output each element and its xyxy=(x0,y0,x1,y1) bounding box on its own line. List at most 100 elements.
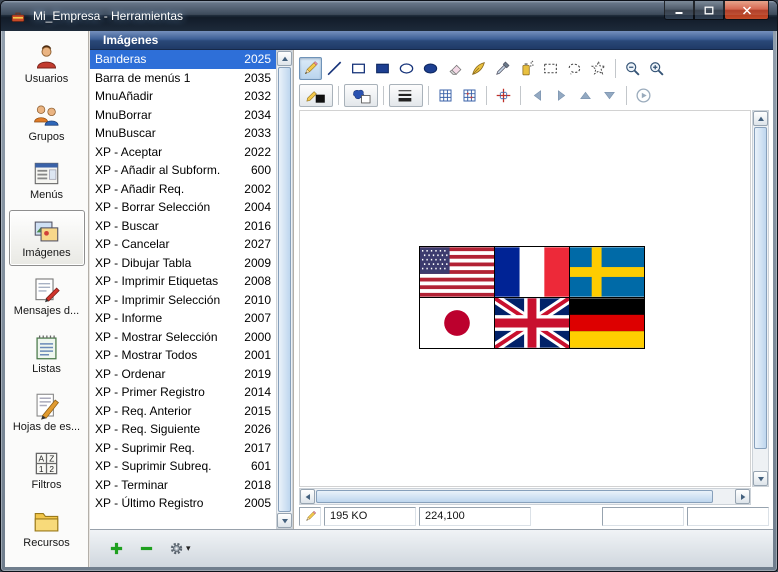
list-scrollbar[interactable] xyxy=(276,50,293,529)
canvas-scroll-up-button[interactable] xyxy=(753,111,768,126)
list-item[interactable]: Banderas2025 xyxy=(90,50,276,69)
app-icon xyxy=(10,8,26,24)
minimize-icon xyxy=(674,3,684,18)
messages-icon xyxy=(32,275,61,304)
list-scroll-down-button[interactable] xyxy=(277,513,292,528)
list-item[interactable]: XP - Ordenar2019 xyxy=(90,365,276,384)
canvas-vertical-scrollbar[interactable] xyxy=(752,110,769,487)
spray-tool-button[interactable] xyxy=(515,57,538,80)
list-item[interactable]: XP - Buscar2016 xyxy=(90,217,276,236)
list-item[interactable]: XP - Suprimir Req.2017 xyxy=(90,439,276,458)
image-id: 2004 xyxy=(236,200,276,214)
eyedropper-tool-button[interactable] xyxy=(491,57,514,80)
list-item[interactable]: MnuBorrar2034 xyxy=(90,106,276,125)
image-name: XP - Dibujar Tabla xyxy=(90,256,236,270)
list-item[interactable]: XP - Dibujar Tabla2009 xyxy=(90,254,276,273)
list-item[interactable]: MnuBuscar2033 xyxy=(90,124,276,143)
toolbar-separator xyxy=(615,59,616,78)
canvas-scroll-left-button[interactable] xyxy=(300,489,315,504)
remove-image-button[interactable] xyxy=(137,539,156,558)
filled-rectangle-tool-button[interactable] xyxy=(371,57,394,80)
sidebar-item-hojas-de-es[interactable]: Hojas de es... xyxy=(9,384,85,440)
add-image-button[interactable] xyxy=(107,539,126,558)
image-id: 2018 xyxy=(236,478,276,492)
line-tool-button[interactable] xyxy=(323,57,346,80)
canvas[interactable] xyxy=(299,110,751,487)
image-id: 601 xyxy=(236,459,276,473)
arrow-left-tool-button[interactable] xyxy=(526,84,549,107)
sidebar-item-recursos[interactable]: Recursos xyxy=(9,500,85,556)
status-cursor-position: 224,100 xyxy=(419,507,531,526)
list-item[interactable]: XP - Informe2007 xyxy=(90,309,276,328)
sidebar-item-usuarios[interactable]: Usuarios xyxy=(9,36,85,92)
list-item[interactable]: XP - Imprimir Selección2010 xyxy=(90,291,276,310)
line-width-tool-button[interactable] xyxy=(389,84,423,107)
list-item[interactable]: XP - Borrar Selección2004 xyxy=(90,198,276,217)
filled-ellipse-tool-button[interactable] xyxy=(419,57,442,80)
canvas-hscroll-thumb[interactable] xyxy=(316,490,713,503)
list-item[interactable]: XP - Último Registro2005 xyxy=(90,494,276,513)
image-id: 2007 xyxy=(236,311,276,325)
image-id: 2002 xyxy=(236,182,276,196)
grid-snap-tool-button[interactable] xyxy=(458,84,481,107)
list-item[interactable]: Barra de menús 12035 xyxy=(90,69,276,88)
sidebar-item-menus[interactable]: Menús xyxy=(9,152,85,208)
arrow-left-icon xyxy=(529,87,546,104)
maximize-button[interactable] xyxy=(694,1,724,20)
svg-text:2: 2 xyxy=(49,464,54,474)
sidebar-item-listas[interactable]: Listas xyxy=(9,326,85,382)
list-item[interactable]: XP - Cancelar2027 xyxy=(90,235,276,254)
pen-tool-button[interactable] xyxy=(467,57,490,80)
canvas-vscroll-thumb[interactable] xyxy=(754,127,767,449)
list-item[interactable]: XP - Suprimir Subreq.601 xyxy=(90,457,276,476)
crosshair-tool-button[interactable] xyxy=(492,84,515,107)
titlebar[interactable]: Mi_Empresa - Herramientas xyxy=(1,1,777,31)
sidebar-item-grupos[interactable]: Grupos xyxy=(9,94,85,150)
minimize-button[interactable] xyxy=(664,1,694,20)
flag-france xyxy=(495,247,569,297)
settings-button[interactable]: ▾ xyxy=(167,539,193,558)
list-item[interactable]: XP - Terminar2018 xyxy=(90,476,276,495)
list-item[interactable]: XP - Añadir al Subform.600 xyxy=(90,161,276,180)
list-scrollbar-thumb[interactable] xyxy=(278,67,291,512)
status-extra-field-2 xyxy=(687,507,769,526)
canvas-horizontal-scrollbar[interactable] xyxy=(299,488,751,505)
list-item[interactable]: XP - Req. Anterior2015 xyxy=(90,402,276,421)
rectangle-tool-button[interactable] xyxy=(347,57,370,80)
canvas-scroll-right-button[interactable] xyxy=(735,489,750,504)
eraser-tool-button[interactable] xyxy=(443,57,466,80)
ellipse-tool-button[interactable] xyxy=(395,57,418,80)
list-item[interactable]: XP - Aceptar2022 xyxy=(90,143,276,162)
list-item[interactable]: XP - Mostrar Selección2000 xyxy=(90,328,276,347)
list-item[interactable]: XP - Primer Registro2014 xyxy=(90,383,276,402)
background-color-tool-button[interactable] xyxy=(344,84,378,107)
list-item[interactable]: XP - Mostrar Todos2001 xyxy=(90,346,276,365)
sidebar-item-filtros[interactable]: AZ12Filtros xyxy=(9,442,85,498)
zoom-in-tool-button[interactable] xyxy=(645,57,668,80)
arrow-down-tool-button[interactable] xyxy=(598,84,621,107)
sidebar-item-label: Grupos xyxy=(28,131,64,143)
sidebar-item-mensajes-d[interactable]: Mensajes d... xyxy=(9,268,85,324)
panel-title: Imágenes xyxy=(90,31,773,50)
select-rectangle-tool-button[interactable] xyxy=(539,57,562,80)
image-id: 2025 xyxy=(236,52,276,66)
image-id: 2001 xyxy=(236,348,276,362)
image-name: Barra de menús 1 xyxy=(90,71,236,85)
pencil-tool-button[interactable] xyxy=(299,57,322,80)
zoom-out-tool-button[interactable] xyxy=(621,57,644,80)
list-item[interactable]: XP - Imprimir Etiquetas2008 xyxy=(90,272,276,291)
close-button[interactable] xyxy=(724,1,769,20)
sidebar-item-imagenes[interactable]: Imágenes xyxy=(9,210,85,266)
foreground-color-tool-button[interactable] xyxy=(299,84,333,107)
list-item[interactable]: XP - Req. Siguiente2026 xyxy=(90,420,276,439)
list-item[interactable]: XP - Añadir Req.2002 xyxy=(90,180,276,199)
list-item[interactable]: MnuAñadir2032 xyxy=(90,87,276,106)
select-lasso-tool-button[interactable] xyxy=(563,57,586,80)
arrow-up-tool-button[interactable] xyxy=(574,84,597,107)
canvas-scroll-down-button[interactable] xyxy=(753,471,768,486)
list-scroll-up-button[interactable] xyxy=(277,51,292,66)
preview-tool-button[interactable] xyxy=(632,84,655,107)
arrow-right-tool-button[interactable] xyxy=(550,84,573,107)
select-wand-tool-button[interactable] xyxy=(587,57,610,80)
grid-tool-button[interactable] xyxy=(434,84,457,107)
